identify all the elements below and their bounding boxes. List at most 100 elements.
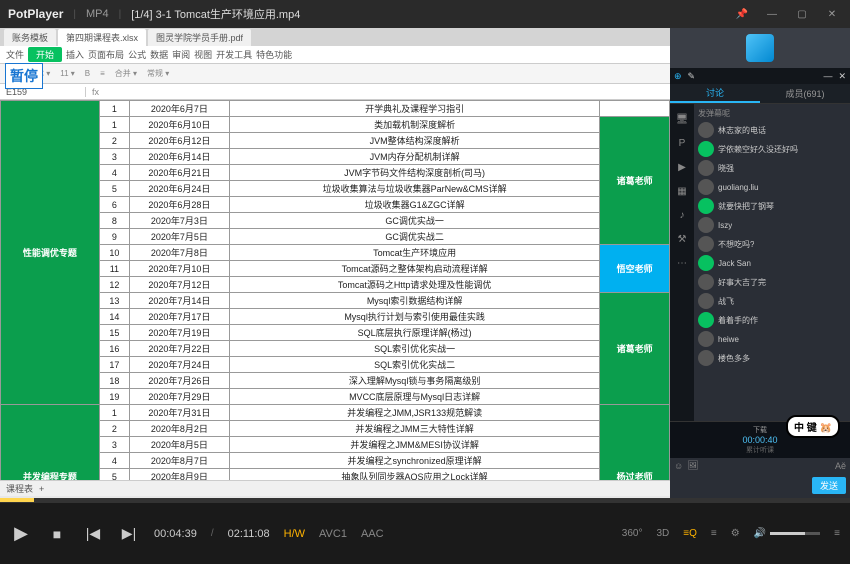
maximize-icon[interactable]: ▢	[792, 4, 812, 24]
3d-button[interactable]: 3D	[656, 528, 669, 539]
ribbon-item[interactable]: 开发工具	[216, 48, 252, 61]
table-row[interactable]: 并发编程专题12020年7月31日并发编程之JMM,JSR133规范解读杨过老师	[1, 405, 670, 421]
total-time: 02:11:08	[228, 528, 270, 540]
course-table: 性能调优专题12020年6月7日开学典礼及课程学习指引12020年6月10日类加…	[0, 100, 670, 480]
chat-message: Iszy	[698, 217, 846, 233]
close-panel-icon[interactable]: ✕	[838, 71, 846, 82]
ribbon-item[interactable]: 特色功能	[256, 48, 292, 61]
ribbon-item[interactable]: 视图	[194, 48, 212, 61]
doc-tab[interactable]: 图灵学院学员手册.pdf	[148, 29, 251, 46]
app-name: PotPlayer	[8, 7, 63, 21]
video-content[interactable]: 暂停 账务模板 第四期课程表.xlsx 图灵学院学员手册.pdf 文件 开始 插…	[0, 28, 670, 498]
doc-tab[interactable]: 账务模板	[4, 29, 56, 46]
min-icon[interactable]: —	[823, 71, 832, 81]
ribbon-item[interactable]: 页面布局	[88, 48, 124, 61]
table-row[interactable]: 122020年7月12日Tomcat源码之Http请求处理及性能调优	[1, 277, 670, 293]
table-row[interactable]: 42020年6月21日JVM字节码文件结构深度剖析(司马)	[1, 165, 670, 181]
chat-text: 就要快把了钢琴	[718, 201, 774, 212]
pin-icon[interactable]: 📌	[732, 4, 752, 24]
volume-control[interactable]: 🔊	[754, 528, 820, 539]
table-row[interactable]: 12020年6月10日类加载机制深度解析诸葛老师	[1, 117, 670, 133]
tab-members[interactable]: 成员(691)	[760, 84, 850, 103]
table-row[interactable]: 162020年7月22日SQL索引优化实战一	[1, 341, 670, 357]
stop-button[interactable]: ■	[46, 523, 68, 545]
fx-icon[interactable]: fx	[86, 87, 105, 97]
prev-button[interactable]: |◀	[82, 523, 104, 545]
doc-tab[interactable]: 第四期课程表.xlsx	[58, 29, 146, 46]
table-row[interactable]: 92020年7月5日GC调优实战二	[1, 229, 670, 245]
volume-icon[interactable]: 🔊	[754, 528, 766, 539]
progress-bar[interactable]	[0, 498, 850, 502]
next-button[interactable]: ▶|	[118, 523, 140, 545]
playlist-icon[interactable]: ≡	[711, 528, 717, 539]
table-row[interactable]: 152020年7月19日SQL底层执行原理详解(杨过)	[1, 325, 670, 341]
settings-icon[interactable]: ⚙	[731, 528, 740, 539]
subtitle-icon[interactable]: ≡Q	[683, 528, 697, 539]
table-row[interactable]: 22020年8月2日并发编程之JMM三大特性详解	[1, 421, 670, 437]
close-icon[interactable]: ✕	[822, 4, 842, 24]
table-row[interactable]: 172020年7月24日SQL索引优化实战二	[1, 357, 670, 373]
360-button[interactable]: 360°	[622, 528, 643, 539]
video-icon[interactable]: ▶	[675, 160, 689, 174]
sort-icon[interactable]: Aě	[835, 461, 846, 471]
board-icon[interactable]: ▦	[675, 184, 689, 198]
minimize-icon[interactable]: —	[762, 4, 782, 24]
current-time: 00:04:39	[154, 528, 197, 540]
chat-message: 学依赖空好久没还好吗	[698, 141, 846, 157]
table-row[interactable]: 52020年6月24日垃圾收集算法与垃圾收集器ParNew&CMS详解	[1, 181, 670, 197]
ribbon-item[interactable]: 插入	[66, 48, 84, 61]
chat-message: 不想吃吗?	[698, 236, 846, 252]
sheet-tab[interactable]: 课程表	[6, 482, 33, 495]
music-icon[interactable]: ♪	[675, 208, 689, 222]
ppt-icon[interactable]: P	[675, 136, 689, 150]
teacher-cell: 诸葛老师	[600, 117, 670, 245]
align-icon[interactable]: ≡	[100, 69, 105, 78]
ribbon-file[interactable]: 文件	[6, 48, 24, 61]
ribbon-item[interactable]: 公式	[128, 48, 146, 61]
more-icon[interactable]: ⋯	[675, 256, 689, 270]
bold-icon[interactable]: B	[85, 69, 90, 78]
spreadsheet[interactable]: 性能调优专题12020年6月7日开学典礼及课程学习指引12020年6月10日类加…	[0, 100, 670, 480]
add-sheet-icon[interactable]: +	[39, 484, 44, 494]
chat-text: Iszy	[718, 221, 732, 230]
table-row[interactable]: 192020年7月29日MVCC底层原理与Mysql日志详解	[1, 389, 670, 405]
table-row[interactable]: 112020年7月10日Tomcat源码之整体架构启动流程详解	[1, 261, 670, 277]
table-row[interactable]: 52020年8月9日抽象队列同步器AQS应用之Lock详解	[1, 469, 670, 481]
merge-icon[interactable]: 合并 ▾	[115, 68, 137, 79]
chat-text: 不想吃吗?	[718, 239, 754, 250]
filename: [1/4] 3-1 Tomcat生产环境应用.mp4	[131, 6, 300, 22]
table-row[interactable]: 132020年7月14日Mysql索引数据结构详解诸葛老师	[1, 293, 670, 309]
screen-icon[interactable]: 🖥	[675, 112, 689, 126]
send-button[interactable]: 发送	[812, 477, 846, 494]
size-select[interactable]: 11 ▾	[60, 69, 75, 78]
chat-text: 战飞	[718, 296, 734, 307]
chat-text: 晓强	[718, 163, 734, 174]
chat-text: heiwe	[718, 335, 739, 344]
table-row[interactable]: 102020年7月8日Tomcat生产环境应用悟空老师	[1, 245, 670, 261]
hw-label[interactable]: H/W	[284, 528, 305, 540]
ribbon-item[interactable]: 数据	[150, 48, 168, 61]
table-row[interactable]: 182020年7月26日深入理解Mysql锁与事务隔离级别	[1, 373, 670, 389]
table-row[interactable]: 142020年7月17日Mysql执行计划与索引使用最佳实践	[1, 309, 670, 325]
volume-slider[interactable]	[770, 532, 820, 535]
emoji-icon[interactable]: ☺	[674, 461, 683, 471]
play-button[interactable]: ▶	[10, 523, 32, 545]
toolbar-icon[interactable]: ✎	[688, 71, 696, 82]
toolbox-icon[interactable]: ⚒	[675, 232, 689, 246]
table-row[interactable]: 22020年6月12日JVM整体结构深度解析	[1, 133, 670, 149]
ribbon-start[interactable]: 开始	[28, 47, 62, 62]
tab-discuss[interactable]: 讨论	[670, 84, 760, 103]
table-row[interactable]: 性能调优专题12020年6月7日开学典礼及课程学习指引	[1, 101, 670, 117]
format-icon[interactable]: 常规 ▾	[147, 68, 169, 79]
menu-icon[interactable]: ≡	[834, 528, 840, 539]
formula-bar: E159 fx	[0, 84, 670, 100]
ribbon-item[interactable]: 审阅	[172, 48, 190, 61]
table-row[interactable]: 32020年8月5日并发编程之JMM&MESI协议详解	[1, 437, 670, 453]
share-icon[interactable]: ⊕	[674, 71, 682, 82]
table-row[interactable]: 42020年8月7日并发编程之synchronized原理详解	[1, 453, 670, 469]
chat-message: 着着手的作	[698, 312, 846, 328]
table-row[interactable]: 62020年6月28日垃圾收集器G1&ZGC详解	[1, 197, 670, 213]
image-icon[interactable]: 🖼	[687, 460, 698, 471]
table-row[interactable]: 32020年6月14日JVM内存分配机制详解	[1, 149, 670, 165]
table-row[interactable]: 82020年7月3日GC调优实战一	[1, 213, 670, 229]
